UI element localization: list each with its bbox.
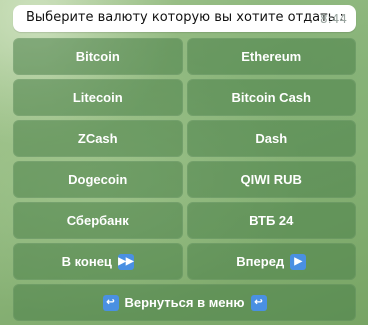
fast-forward-icon: ▶▶ xyxy=(117,253,134,270)
currency-button-dogecoin[interactable]: Dogecoin xyxy=(13,161,183,198)
keyboard-row: Bitcoin Ethereum xyxy=(13,38,356,75)
currency-button-bitcoin-cash[interactable]: Bitcoin Cash xyxy=(186,79,356,116)
currency-button-sberbank[interactable]: Сбербанк xyxy=(13,202,183,239)
keyboard-row: ZCash Dash xyxy=(13,120,356,157)
currency-button-dash[interactable]: Dash xyxy=(186,120,356,157)
currency-button-zcash[interactable]: ZCash xyxy=(13,120,183,157)
currency-button-qiwi-rub[interactable]: QIWI RUB xyxy=(186,161,356,198)
back-to-menu-label: Вернуться в меню xyxy=(124,295,245,310)
currency-button-bitcoin[interactable]: Bitcoin xyxy=(13,38,183,75)
forward-label: Вперед xyxy=(236,254,285,269)
to-end-button[interactable]: В конец ▶▶ xyxy=(13,243,183,280)
currency-button-vtb24[interactable]: ВТБ 24 xyxy=(186,202,356,239)
back-to-menu-button[interactable]: ↩ Вернуться в меню ↩ xyxy=(13,284,356,321)
keyboard-row: Dogecoin QIWI RUB xyxy=(13,161,356,198)
inline-keyboard: Bitcoin Ethereum Litecoin Bitcoin Cash Z… xyxy=(13,38,356,325)
message-text: Выберите валюту которую вы хотите отдать… xyxy=(26,10,344,25)
forward-button[interactable]: Вперед ▶ xyxy=(186,243,356,280)
message-time: 8:44 xyxy=(320,12,347,26)
keyboard-row: В конец ▶▶ Вперед ▶ xyxy=(13,243,356,280)
play-icon: ▶ xyxy=(290,253,307,270)
keyboard-row: Litecoin Bitcoin Cash xyxy=(13,79,356,116)
keyboard-row: Сбербанк ВТБ 24 xyxy=(13,202,356,239)
return-arrow-icon: ↩ xyxy=(250,294,267,311)
currency-button-litecoin[interactable]: Litecoin xyxy=(13,79,183,116)
bot-message-bubble: Выберите валюту которую вы хотите отдать… xyxy=(13,5,356,32)
currency-button-ethereum[interactable]: Ethereum xyxy=(186,38,356,75)
keyboard-row: ↩ Вернуться в меню ↩ xyxy=(13,284,356,321)
return-arrow-icon: ↩ xyxy=(102,294,119,311)
to-end-label: В конец xyxy=(61,254,112,269)
